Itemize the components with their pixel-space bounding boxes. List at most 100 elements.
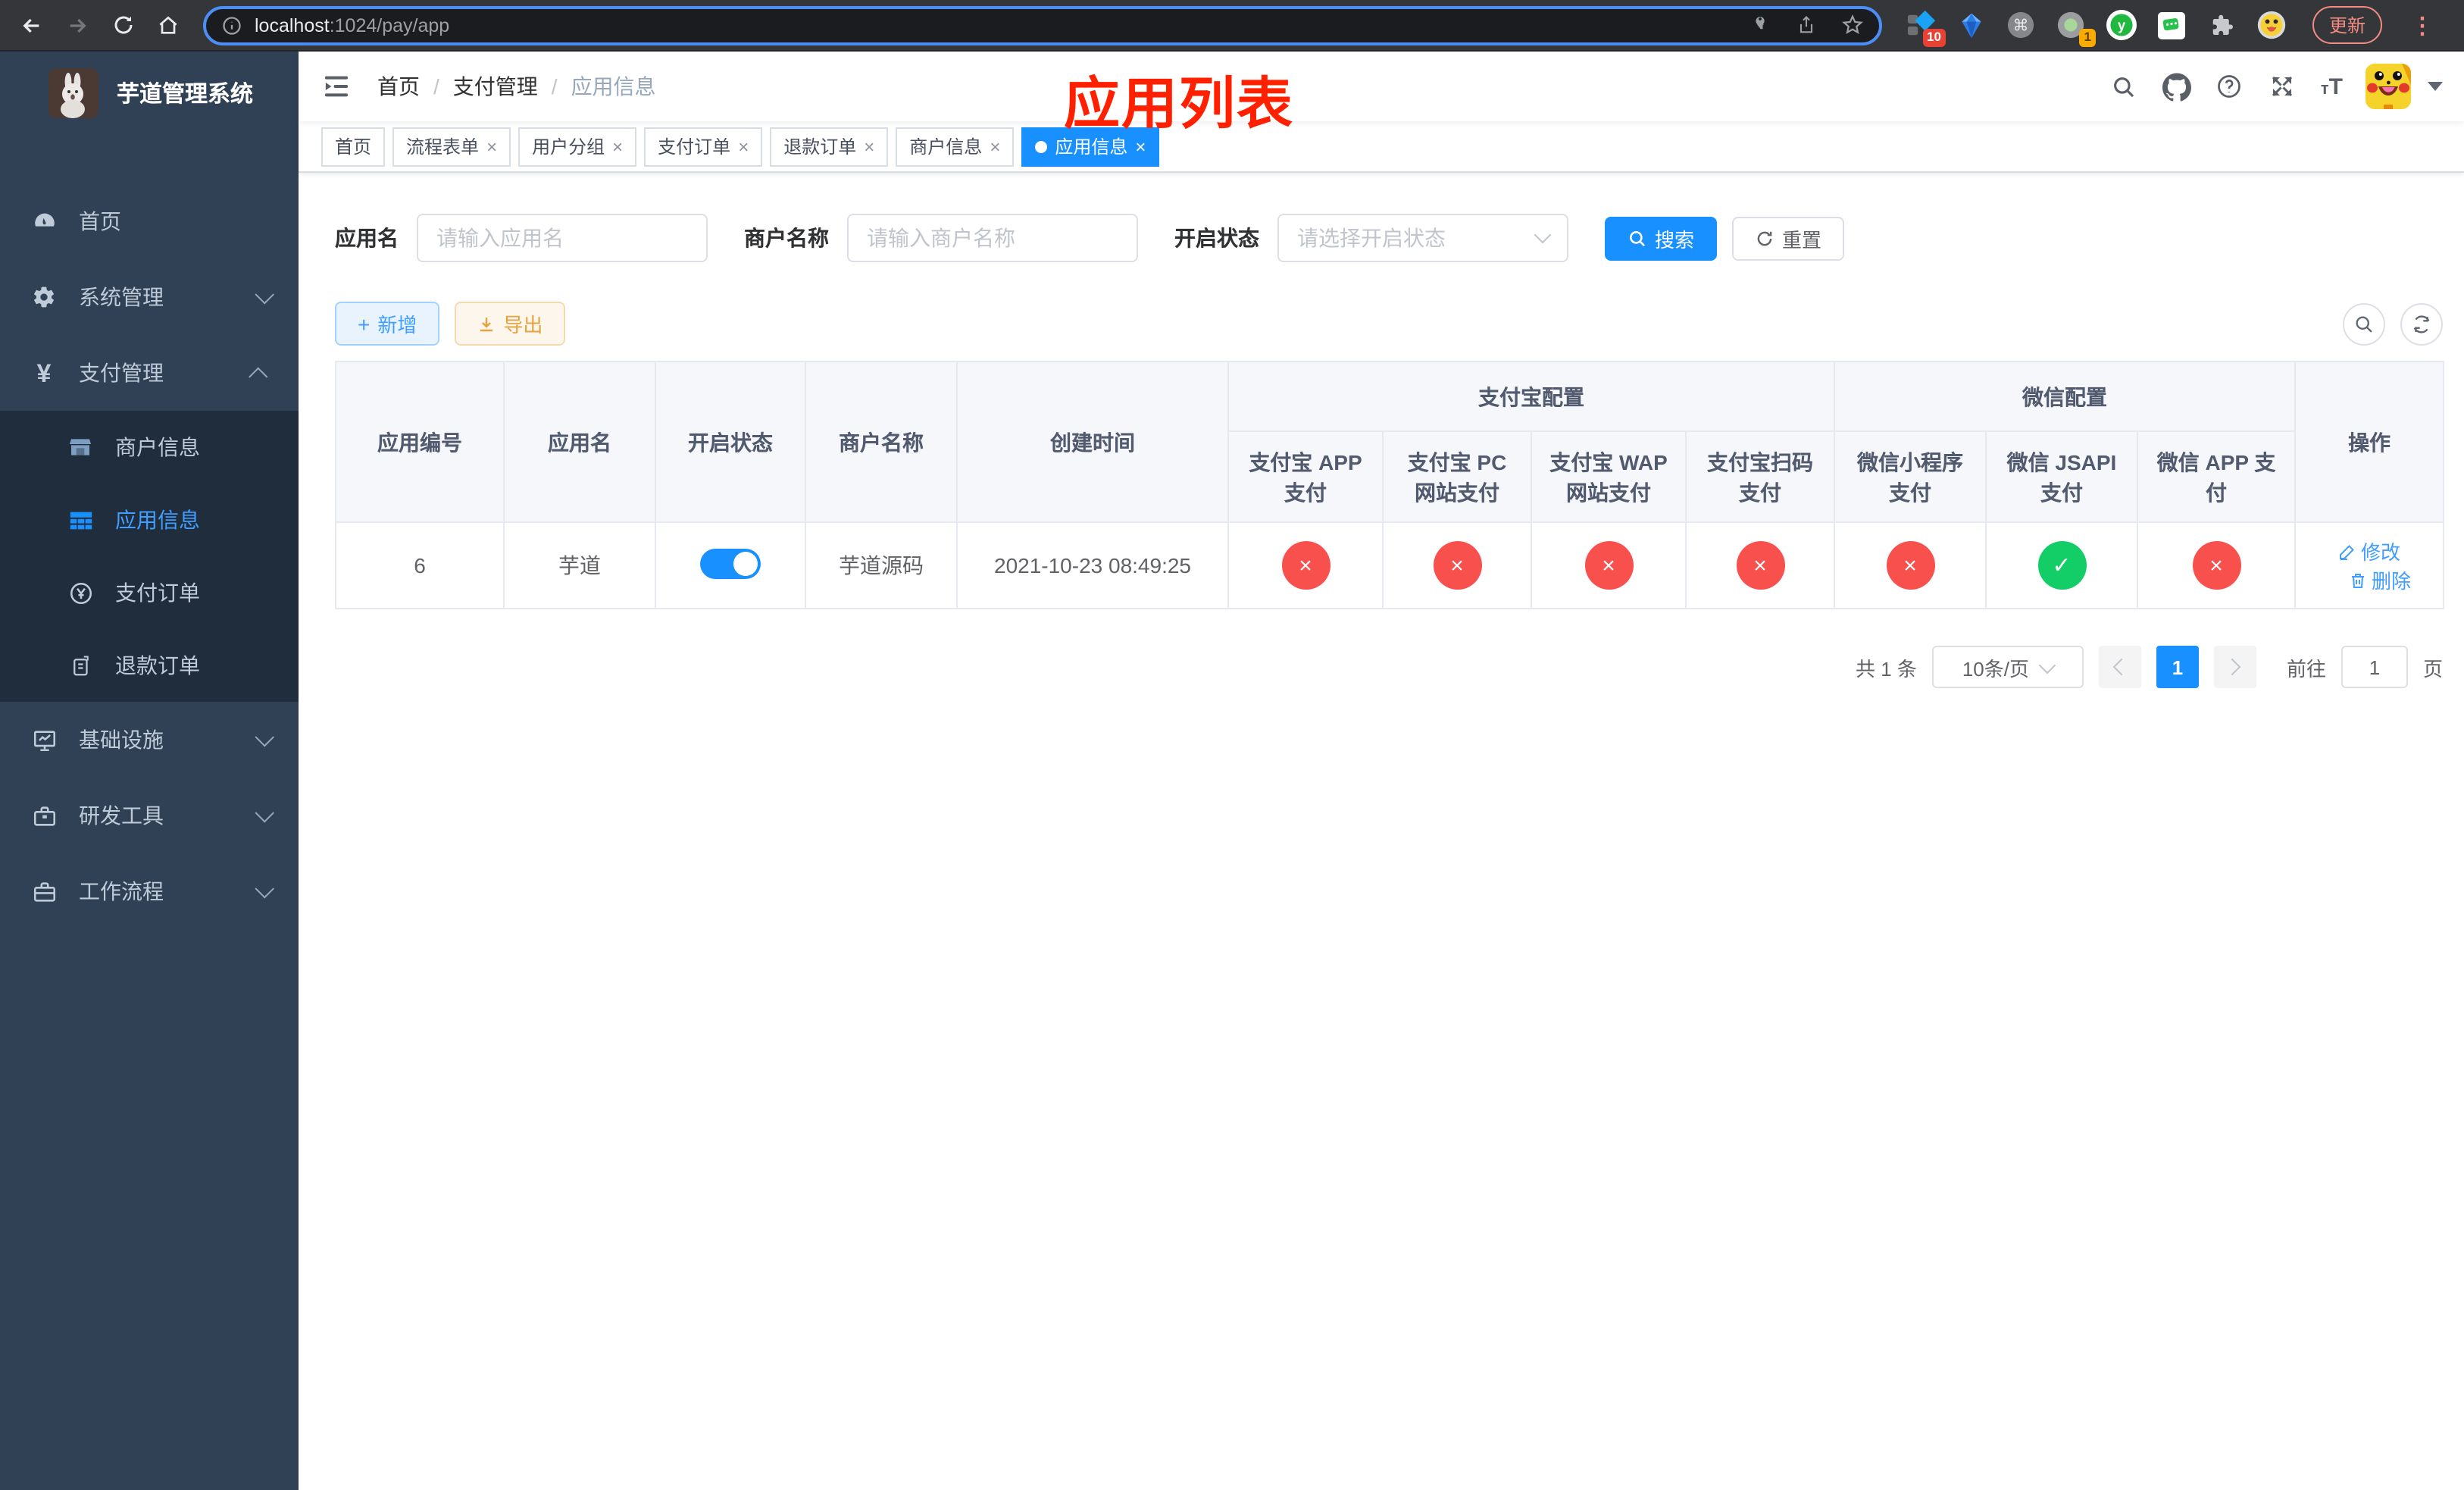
cell-app-id: 6 [335, 521, 505, 609]
export-button[interactable]: 导出 [455, 302, 566, 346]
sidebar-item-pay-orders[interactable]: 支付订单 [0, 556, 299, 629]
sidebar-item-dev-tools[interactable]: 研发工具 [0, 778, 299, 853]
sidebar-item-label: 支付订单 [115, 581, 200, 605]
tag-process-form[interactable]: 流程表单 × [392, 127, 511, 166]
edit-pencil-icon [2340, 544, 2354, 559]
show-search-button[interactable] [2343, 302, 2385, 345]
browser-forward-button[interactable] [58, 5, 97, 45]
chevron-down-icon [2038, 656, 2056, 674]
close-icon[interactable]: × [612, 137, 623, 155]
screen: localhost:1024/pay/app 10 ⌘ 1 y 更新 ⋮ 芋道管… [0, 0, 2464, 1490]
app-name-input[interactable] [436, 226, 688, 250]
sidebar-item-payment[interactable]: ¥ 支付管理 [0, 335, 299, 411]
next-page-button[interactable] [2213, 646, 2256, 688]
refresh-button[interactable] [2400, 302, 2443, 345]
sidebar-collapse-icon[interactable] [320, 70, 353, 103]
browser-reload-button[interactable] [103, 5, 142, 45]
breadcrumb-home[interactable]: 首页 [377, 71, 420, 102]
wx-lite-status-icon: × [1886, 541, 1934, 590]
shop-icon [67, 435, 94, 459]
extension-gem-icon[interactable] [1956, 10, 1987, 40]
add-button[interactable]: + 新增 [335, 302, 440, 346]
sidebar-item-infrastructure[interactable]: 基础设施 [0, 702, 299, 778]
sidebar-item-merchant-info[interactable]: 商户信息 [0, 411, 299, 484]
search-button[interactable]: 搜索 [1605, 216, 1718, 260]
close-icon[interactable]: × [864, 137, 874, 155]
share-icon[interactable] [1796, 14, 1817, 36]
sidebar-item-app-info[interactable]: 应用信息 [0, 484, 299, 556]
col-header-wx-app: 微信 APP 支付 [2136, 430, 2297, 523]
goto-page-input[interactable]: 1 [2340, 646, 2408, 688]
app-logo-row[interactable]: 芋道管理系统 [0, 52, 299, 135]
browser-home-button[interactable] [149, 5, 188, 45]
prev-page-button[interactable] [2098, 646, 2141, 688]
cell-actions: 修改 删除 [2294, 521, 2445, 609]
col-header-created: 创建时间 [956, 361, 1229, 523]
search-icon[interactable] [2109, 71, 2139, 102]
sidebar-item-workflow[interactable]: 工作流程 [0, 853, 299, 929]
user-avatar[interactable] [2366, 64, 2411, 109]
caret-down-icon[interactable] [2428, 82, 2443, 91]
browser-back-button[interactable] [12, 5, 52, 45]
svg-text:y: y [2118, 17, 2126, 33]
chevron-up-icon [249, 366, 268, 386]
extension-yudao-icon[interactable]: y [2106, 10, 2137, 40]
page-size-select[interactable]: 10条/页 [1931, 646, 2084, 688]
profile-avatar-icon[interactable] [2256, 10, 2287, 40]
reset-button[interactable]: 重置 [1732, 216, 1845, 260]
download-icon [480, 317, 493, 331]
sidebar: 芋道管理系统 首页 系统管理 ¥ 支付管理 商户信息 应用信息 支付订单 退款订… [0, 52, 299, 1490]
tag-refund-order[interactable]: 退款订单 × [770, 127, 889, 166]
sidebar-item-label: 退款订单 [115, 653, 200, 678]
extensions-puzzle-icon[interactable] [2206, 10, 2237, 40]
extension-blue-diamond-icon[interactable]: 10 [1906, 10, 1946, 46]
url-bar[interactable]: localhost:1024/pay/app [203, 5, 1882, 45]
col-header-wx-jsapi: 微信 JSAPI 支付 [1985, 430, 2138, 523]
extension-chat-icon[interactable] [2156, 10, 2187, 40]
close-icon[interactable]: × [990, 137, 1000, 155]
github-icon[interactable] [2162, 71, 2192, 102]
help-icon[interactable] [2215, 71, 2245, 102]
merchant-name-label: 商户名称 [744, 226, 829, 250]
close-icon[interactable]: × [738, 137, 749, 155]
font-size-icon[interactable]: тT [2321, 74, 2343, 99]
edit-button[interactable]: 修改 [2338, 537, 2400, 565]
extension-grey-circle-icon[interactable]: 1 [2056, 10, 2096, 46]
cell-status [655, 521, 806, 609]
sidebar-item-refund-orders[interactable]: 退款订单 [0, 629, 299, 702]
extension-badge: 10 [1922, 29, 1946, 46]
breadcrumb-separator: / [551, 74, 558, 99]
status-toggle[interactable] [700, 548, 761, 578]
bookmark-star-icon[interactable] [1841, 14, 1864, 36]
delete-button[interactable]: 删除 [2349, 565, 2411, 594]
plus-icon: + [358, 311, 371, 336]
sidebar-item-home[interactable]: 首页 [0, 183, 299, 259]
briefcase-icon [30, 878, 58, 904]
tag-user-group[interactable]: 用户分组 × [518, 127, 637, 166]
merchant-name-input[interactable] [867, 226, 1118, 250]
status-select[interactable]: 请选择开启状态 [1277, 214, 1568, 262]
site-info-icon[interactable] [221, 14, 242, 36]
browser-menu-icon[interactable]: ⋮ [2402, 11, 2443, 39]
sidebar-item-system[interactable]: 系统管理 [0, 259, 299, 335]
col-header-alipay-wap: 支付宝 WAP 网站支付 [1531, 430, 1687, 523]
cell-created: 2021-10-23 08:49:25 [956, 521, 1229, 609]
tag-pay-order[interactable]: 支付订单 × [644, 127, 763, 166]
extension-command-icon[interactable]: ⌘ [2006, 10, 2037, 40]
wx-app-status-icon: × [2192, 541, 2241, 590]
fullscreen-icon[interactable] [2268, 71, 2298, 102]
current-page-button[interactable]: 1 [2156, 646, 2199, 688]
browser-toolbar: localhost:1024/pay/app 10 ⌘ 1 y 更新 ⋮ [0, 0, 2464, 52]
toolbox-icon [30, 803, 58, 828]
breadcrumb-payment[interactable]: 支付管理 [453, 71, 538, 102]
password-key-icon[interactable] [1749, 14, 1771, 36]
svg-text:⌘: ⌘ [2014, 17, 2030, 35]
close-icon[interactable]: × [486, 137, 497, 155]
extension-badge: 1 [2079, 29, 2096, 46]
tag-home[interactable]: 首页 [321, 127, 386, 166]
tag-merchant-info[interactable]: 商户信息 × [896, 127, 1015, 166]
chrome-update-button[interactable]: 更新 [2312, 6, 2382, 44]
close-icon[interactable]: × [1135, 137, 1146, 155]
app-title: 芋道管理系统 [117, 82, 254, 108]
col-group-wechat: 微信配置 [1833, 361, 2297, 432]
